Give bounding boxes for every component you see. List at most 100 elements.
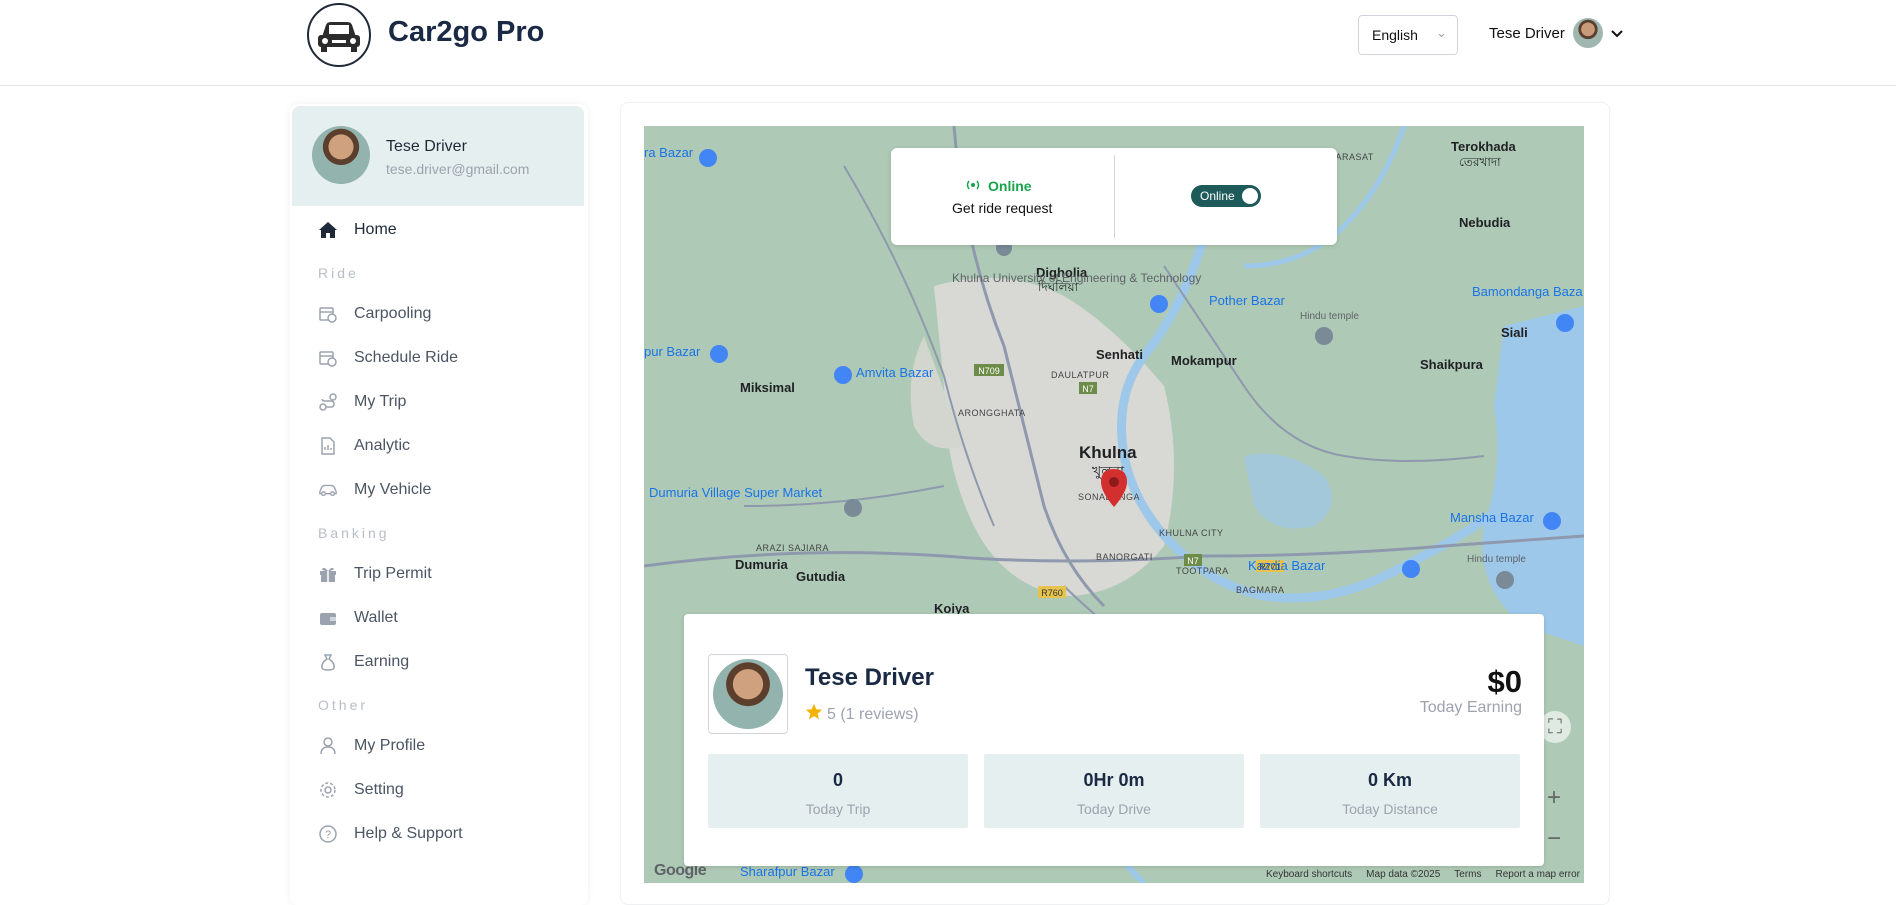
sidebar-item-carpooling[interactable]: Carpooling [290, 292, 588, 336]
map-place-label: Dumuria [735, 557, 789, 572]
stat-value: 0 Km [1367, 770, 1412, 790]
map-place-label: Mokampur [1171, 353, 1237, 368]
sidebar-item-label: My Profile [354, 737, 426, 754]
online-toggle[interactable]: Online [1191, 185, 1261, 207]
sidebar-item-help-support[interactable]: ? Help & Support [290, 812, 588, 856]
map-area-label: TOOTPARA [1176, 566, 1229, 576]
language-value: English [1372, 27, 1418, 43]
map-area-label: BANORGATI [1096, 552, 1153, 562]
sidebar-item-label: Schedule Ride [354, 349, 459, 366]
sidebar: Tese Driver tese.driver@gmail.com Home R… [290, 104, 588, 905]
map-place-label: Terokhada [1451, 139, 1517, 154]
broadcast-icon [964, 178, 982, 194]
gift-icon [318, 564, 338, 584]
map-poi-label: Hindu temple [1300, 311, 1359, 322]
map-area-label: ARONGGHATA [958, 408, 1026, 418]
brand-name: Car2go Pro [388, 16, 545, 48]
user-icon [318, 736, 338, 756]
sidebar-item-analytic[interactable]: Analytic [290, 424, 588, 468]
map-attribution: Keyboard shortcuts Map data ©2025 Terms … [1266, 869, 1580, 880]
map-data-text: Map data ©2025 [1366, 869, 1441, 880]
money-bag-icon [318, 652, 338, 672]
profile-email: tese.driver@gmail.com [386, 161, 530, 177]
section-heading-banking: Banking [318, 525, 390, 541]
sidebar-item-earning[interactable]: Earning [290, 640, 588, 684]
map-poi-label: Sharafpur Bazar [740, 864, 835, 879]
sidebar-item-trip-permit[interactable]: Trip Permit [290, 552, 588, 596]
avatar [708, 654, 788, 734]
map-poi-label: Pother Bazar [1209, 293, 1286, 308]
status-text: Online [988, 178, 1032, 194]
report-error-link[interactable]: Report a map error [1496, 869, 1580, 880]
sidebar-item-label: Help & Support [354, 825, 463, 842]
document-chart-icon [318, 436, 338, 456]
stat-label: Today Trip [805, 801, 871, 817]
stat-today-trip: 0 Today Trip [708, 754, 968, 828]
sidebar-item-label: Wallet [354, 609, 398, 626]
map-area-label: DAULATPUR [1051, 370, 1109, 380]
map-poi-label: Amvita Bazar [856, 365, 934, 380]
user-name: Tese Driver [1489, 24, 1565, 42]
home-icon [318, 220, 338, 240]
map-place-label: Siali [1501, 325, 1528, 340]
brand-logo[interactable] [307, 3, 371, 67]
top-header: Car2go Pro English ⌄ Tese Driver [0, 0, 1896, 86]
map-poi-label: Bamondanga Baza [1472, 284, 1583, 299]
map-poi-label: Hindu temple [1467, 554, 1526, 565]
car-icon [318, 480, 338, 500]
toggle-knob [1242, 188, 1258, 204]
sidebar-item-my-trip[interactable]: My Trip [290, 380, 588, 424]
terms-link[interactable]: Terms [1454, 869, 1481, 880]
map-area-label: BAGMARA [1236, 585, 1285, 595]
profile-card[interactable]: Tese Driver tese.driver@gmail.com [292, 106, 584, 206]
sidebar-item-label: Analytic [354, 437, 411, 454]
avatar [312, 126, 370, 184]
calendar-clock-icon [318, 304, 338, 324]
section-heading-other: Other [318, 697, 369, 713]
map-poi-label: Dumuria Village Super Market [649, 485, 823, 500]
wallet-icon [318, 608, 338, 628]
location-pin-icon[interactable] [1099, 468, 1129, 508]
toggle-label: Online [1200, 189, 1235, 203]
online-status-panel: Online Get ride request Online [891, 148, 1337, 245]
map-place-label: Shaikpura [1420, 357, 1484, 372]
sidebar-item-label: Setting [354, 781, 404, 798]
map-road-label: N7 [1187, 556, 1199, 566]
stat-today-drive: 0Hr 0m Today Drive [984, 754, 1244, 828]
section-heading-ride: Ride [318, 265, 359, 281]
map-area-label: KHULNA CITY [1159, 528, 1224, 538]
map-place-label: Khulna [1079, 443, 1137, 462]
language-select[interactable]: English ⌄ [1358, 15, 1458, 55]
sidebar-item-home[interactable]: Home [290, 208, 588, 252]
gear-icon [318, 780, 338, 800]
map-poi-label: Mansha Bazar [1450, 510, 1534, 525]
sidebar-item-setting[interactable]: Setting [290, 768, 588, 812]
user-menu[interactable]: Tese Driver [1489, 18, 1623, 48]
map-place-label: তেরখাদা [1459, 155, 1501, 169]
profile-name: Tese Driver [386, 138, 467, 155]
map-place-label: Miksimal [740, 380, 795, 395]
sidebar-item-label: My Trip [354, 393, 407, 410]
today-earning-label: Today Earning [1419, 699, 1522, 716]
car-icon [318, 22, 360, 52]
sidebar-item-schedule-ride[interactable]: Schedule Ride [290, 336, 588, 380]
stat-value: 0Hr 0m [1083, 770, 1145, 790]
map-place-label: Nebudia [1459, 215, 1511, 230]
today-earning-amount: $0 [1487, 664, 1522, 699]
map-poi-label: ra Bazar [644, 145, 694, 160]
sidebar-item-my-profile[interactable]: My Profile [290, 724, 588, 768]
chevron-down-icon: ⌄ [1436, 25, 1447, 40]
sidebar-item-wallet[interactable]: Wallet [290, 596, 588, 640]
stat-label: Today Drive [1077, 801, 1151, 817]
map-poi-label: Khulna University of Engineering & Techn… [952, 271, 1201, 285]
map-road-label: N7 [1082, 384, 1094, 394]
sidebar-item-label: Carpooling [354, 305, 432, 322]
sidebar-item-my-vehicle[interactable]: My Vehicle [290, 468, 588, 512]
sidebar-item-label: Earning [354, 653, 410, 670]
star-icon [805, 703, 823, 726]
driver-name: Tese Driver [805, 664, 934, 691]
sidebar-nav: Home Ride Carpooling Schedule Ride My Tr… [290, 208, 588, 856]
map-area-label: ARAZI SAJIARA [756, 543, 829, 553]
keyboard-shortcuts-link[interactable]: Keyboard shortcuts [1266, 869, 1352, 880]
calendar-clock-icon [318, 348, 338, 368]
